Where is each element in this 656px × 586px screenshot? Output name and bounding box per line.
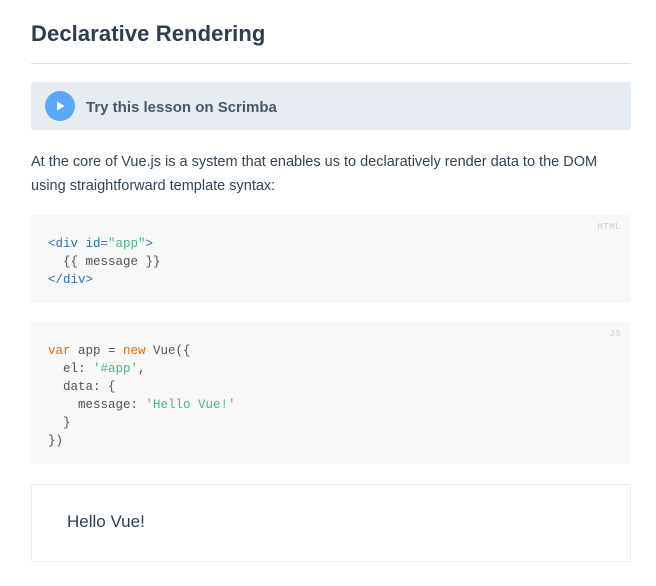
code-plain-token: Vue({ xyxy=(145,344,191,358)
code-line: </div> xyxy=(48,273,94,287)
code-line: data: { xyxy=(48,380,116,394)
code-string-token: 'Hello Vue!' xyxy=(145,398,236,412)
code-line: <div id="app"> xyxy=(48,235,161,253)
code-line: {{ message }} xyxy=(48,255,161,269)
html-code-block: HTML <div id="app"> {{ message }} </div> xyxy=(31,215,631,303)
code-attr-token: id= xyxy=(78,237,109,251)
title-divider xyxy=(31,63,631,64)
scrimba-lesson-label: Try this lesson on Scrimba xyxy=(86,98,277,116)
code-string-token: "app" xyxy=(108,237,146,251)
code-plain-token: message: xyxy=(48,398,146,412)
code-string-token: '#app' xyxy=(93,362,139,376)
code-line: var app = new Vue({ xyxy=(48,342,236,360)
scrimba-lesson-link[interactable]: Try this lesson on Scrimba xyxy=(31,82,631,130)
docs-page: Declarative Rendering Try this lesson on… xyxy=(0,0,656,586)
code-tag-token: > xyxy=(145,237,154,251)
intro-paragraph: At the core of Vue.js is a system that e… xyxy=(31,154,598,194)
code-tag-token: <div xyxy=(48,237,79,251)
code-plain-token: , xyxy=(138,362,146,376)
code-plain-token: el: xyxy=(48,362,94,376)
code-line: }) xyxy=(48,434,64,448)
code-line: el: '#app', xyxy=(48,360,236,378)
js-code-block: JS var app = new Vue({ el: '#app', data:… xyxy=(31,322,631,464)
code-line: message: 'Hello Vue!' xyxy=(48,396,236,414)
code-line: } xyxy=(48,416,71,430)
code-plain-token: app = xyxy=(70,344,124,358)
result-demo-box: Hello Vue! xyxy=(31,484,631,562)
html-code: <div id="app"> {{ message }} </div> xyxy=(48,235,161,289)
result-output: Hello Vue! xyxy=(67,512,145,531)
code-language-label: JS xyxy=(609,329,621,339)
code-keyword-token: new xyxy=(123,344,146,358)
page-title: Declarative Rendering xyxy=(31,21,266,46)
code-language-label: HTML xyxy=(597,222,621,232)
play-icon xyxy=(45,91,75,121)
code-keyword-token: var xyxy=(48,344,71,358)
js-code: var app = new Vue({ el: '#app', data: { … xyxy=(48,342,236,450)
